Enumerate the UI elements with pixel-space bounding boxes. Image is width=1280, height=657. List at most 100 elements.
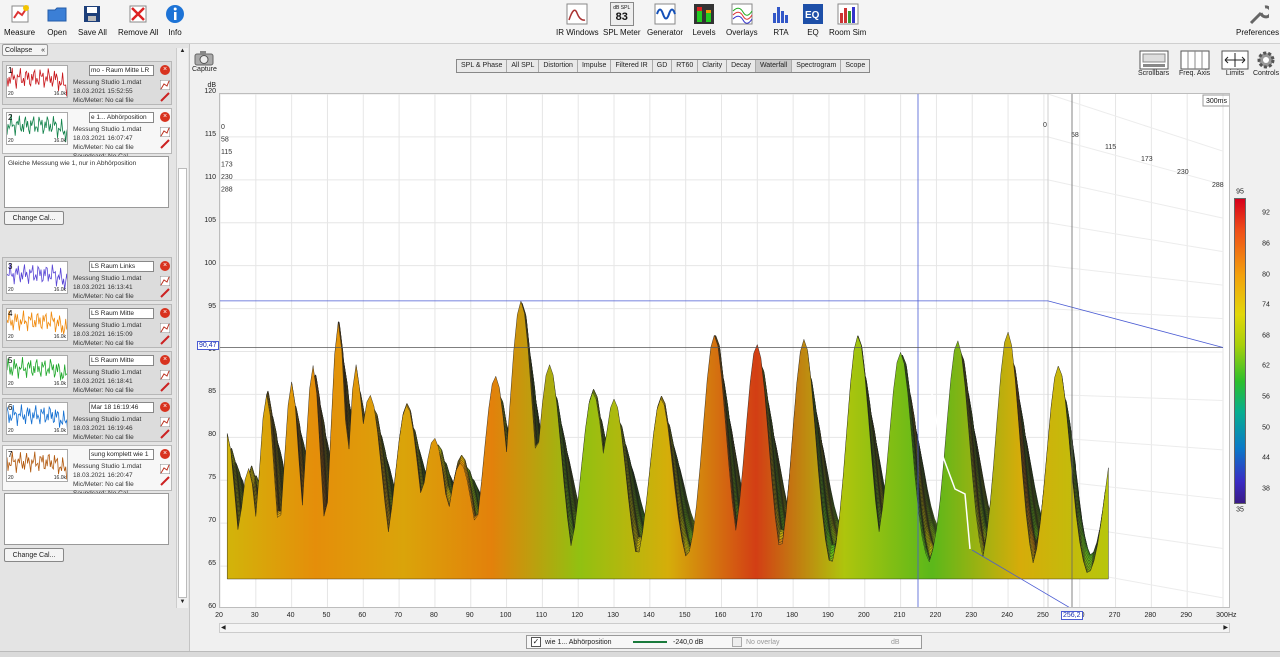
- scrollbars-button[interactable]: Scrollbars: [1138, 50, 1169, 77]
- tab-distortion[interactable]: Distortion: [539, 60, 578, 72]
- panel-scrollbar[interactable]: ▲ ▼: [176, 48, 188, 608]
- rta-button[interactable]: RTA: [769, 2, 793, 37]
- collapse-button[interactable]: Collapse «: [2, 44, 48, 56]
- tab-all-spl[interactable]: All SPL: [507, 60, 540, 72]
- measurement-name-field[interactable]: e 1... Abhörposition: [89, 112, 154, 123]
- scroll-down-icon[interactable]: ▼: [178, 599, 187, 608]
- measurement-item[interactable]: 7 20 16.0k sung komplett wie 1 × Messung Stud…: [2, 445, 172, 497]
- generator-button[interactable]: Generator: [647, 2, 683, 37]
- waterfall-graph[interactable]: 0 58 115 173 230 288 0 58 115 173 230 288 300ms: [219, 93, 1230, 608]
- save-all-button[interactable]: Save All: [78, 2, 107, 37]
- delete-measurement-icon[interactable]: ×: [160, 112, 170, 122]
- scroll-left-icon[interactable]: ◀: [221, 624, 226, 631]
- change-cal-button[interactable]: Change Cal...: [4, 211, 64, 225]
- edit-measurement-icon[interactable]: [160, 80, 170, 90]
- controls-button[interactable]: Controls: [1253, 50, 1279, 77]
- tab-decay[interactable]: Decay: [727, 60, 756, 72]
- pen-icon[interactable]: [160, 382, 170, 392]
- measure-button[interactable]: Measure: [4, 2, 35, 37]
- scroll-up-icon[interactable]: ▲: [178, 48, 187, 57]
- open-button[interactable]: Open: [45, 2, 69, 37]
- tab-clarity[interactable]: Clarity: [698, 60, 728, 72]
- pen-icon[interactable]: [160, 476, 170, 486]
- measurement-mic: Mic/Meter: No cal file: [73, 144, 134, 151]
- preferences-button[interactable]: Preferences: [1236, 2, 1279, 37]
- tab-rt60[interactable]: RT60: [672, 60, 699, 72]
- measurement-name-field[interactable]: mo - Raum Mitte LR: [89, 65, 154, 76]
- scroll-thumb[interactable]: [178, 168, 187, 598]
- measurement-name-field[interactable]: Mar 18 16:19:46: [89, 402, 154, 413]
- measurement-item[interactable]: 4 20 16.0k LS Raum Mitte × Messung Studio 1.m…: [2, 304, 172, 348]
- eq-button[interactable]: EQ EQ: [801, 2, 825, 37]
- time-range-label: 300ms: [1206, 98, 1228, 105]
- tab-spl-phase[interactable]: SPL & Phase: [457, 60, 508, 72]
- edit-measurement-icon[interactable]: [160, 417, 170, 427]
- measurement-item[interactable]: 1 20 16.0k mo - Raum Mitte LR × Messung Studi…: [2, 61, 172, 105]
- measurement-thumbnail[interactable]: 7 20 16.0k: [6, 449, 68, 482]
- measurement-item[interactable]: 5 20 16.0k LS Raum Mitte × Messung Studio 1.m…: [2, 351, 172, 395]
- tab-scope[interactable]: Scope: [841, 60, 869, 72]
- delete-measurement-icon[interactable]: ×: [160, 355, 170, 365]
- edit-measurement-icon[interactable]: [160, 127, 170, 137]
- delete-measurement-icon[interactable]: ×: [160, 261, 170, 271]
- measurement-item[interactable]: 2 20 16.0k e 1... Abhörposition × Messung Stu…: [2, 108, 172, 160]
- y-tick-label: 85: [208, 388, 216, 396]
- measurement-thumbnail[interactable]: 6 20 16.0k: [6, 402, 68, 435]
- waterfall-svg: 058115173230288058115173230288300ms: [220, 94, 1229, 607]
- scroll-right-icon[interactable]: ▶: [1223, 624, 1228, 631]
- delete-measurement-icon[interactable]: ×: [160, 402, 170, 412]
- measurement-notes-empty[interactable]: [4, 493, 169, 545]
- generator-icon: [653, 2, 677, 26]
- overlay-checkbox[interactable]: [732, 637, 742, 647]
- x-tick-label: 300: [1216, 612, 1228, 619]
- limits-button[interactable]: Limits: [1221, 50, 1249, 77]
- info-button[interactable]: Info: [163, 2, 187, 37]
- overlays-button[interactable]: Overlays: [726, 2, 758, 37]
- graph-horizontal-scrollbar[interactable]: ◀ ▶: [219, 623, 1230, 633]
- pen-icon[interactable]: [160, 335, 170, 345]
- pen-icon[interactable]: [160, 139, 170, 149]
- tab-gd[interactable]: GD: [653, 60, 673, 72]
- measurement-thumbnail[interactable]: 2 20 16.0k: [6, 112, 68, 145]
- edit-measurement-icon[interactable]: [160, 370, 170, 380]
- change-cal-button-2[interactable]: Change Cal...: [4, 548, 64, 562]
- measurement-notes[interactable]: Gleiche Messung wie 1, nur in Abhörposit…: [4, 156, 169, 208]
- ir-windows-button[interactable]: IR Windows: [556, 2, 599, 37]
- edit-measurement-icon[interactable]: [160, 464, 170, 474]
- tab-spectrogram[interactable]: Spectrogram: [792, 60, 842, 72]
- measurement-item[interactable]: 3 20 16.0k LS Raum Links × Messung Studio 1.m…: [2, 257, 172, 301]
- delete-measurement-icon[interactable]: ×: [160, 449, 170, 459]
- edit-measurement-icon[interactable]: [160, 323, 170, 333]
- delete-measurement-icon[interactable]: ×: [160, 308, 170, 318]
- measurement-file: Messung Studio 1.mdat: [73, 369, 142, 376]
- edit-measurement-icon[interactable]: [160, 276, 170, 286]
- tab-waterfall[interactable]: Waterfall: [755, 60, 793, 72]
- measurement-name-field[interactable]: LS Raum Mitte: [89, 308, 154, 319]
- pen-icon[interactable]: [160, 288, 170, 298]
- freq-axis-button[interactable]: Freq. Axis: [1179, 50, 1210, 77]
- x-tick-label: 220: [929, 612, 942, 619]
- pen-icon[interactable]: [160, 429, 170, 439]
- tab-impulse[interactable]: Impulse: [578, 60, 612, 72]
- spl-meter-button[interactable]: dB SPL 83 SPL Meter: [603, 2, 641, 37]
- thumb-right-label: 16.0k: [53, 475, 66, 481]
- measurement-thumbnail[interactable]: 4 20 16.0k: [6, 308, 68, 341]
- measurement-thumbnail[interactable]: 5 20 16.0k: [6, 355, 68, 388]
- measurement-thumbnail[interactable]: 1 20 16.0k: [6, 65, 68, 98]
- measurement-name-field[interactable]: sung komplett wie 1: [89, 449, 154, 460]
- x-tick-label: 30: [250, 612, 259, 619]
- measurement-number: 7: [8, 450, 13, 459]
- tab-filtered-ir[interactable]: Filtered IR: [611, 60, 653, 72]
- room-sim-button[interactable]: Room Sim: [829, 2, 866, 37]
- pen-icon[interactable]: [160, 92, 170, 102]
- levels-button[interactable]: Levels: [692, 2, 716, 37]
- measurement-thumbnail[interactable]: 3 20 16.0k: [6, 261, 68, 294]
- legend-checkbox[interactable]: ✓: [531, 637, 541, 647]
- measurement-name-field[interactable]: LS Raum Mitte: [89, 355, 154, 366]
- measurement-name-field[interactable]: LS Raum Links: [89, 261, 154, 272]
- remove-all-button[interactable]: Remove All: [118, 2, 158, 37]
- delete-measurement-icon[interactable]: ×: [160, 65, 170, 75]
- capture-button[interactable]: Capture: [192, 50, 217, 73]
- measurement-item[interactable]: 6 20 16.0k Mar 18 16:19:46 × Messung Studio 1…: [2, 398, 172, 442]
- y-tick-label: 120: [204, 88, 216, 95]
